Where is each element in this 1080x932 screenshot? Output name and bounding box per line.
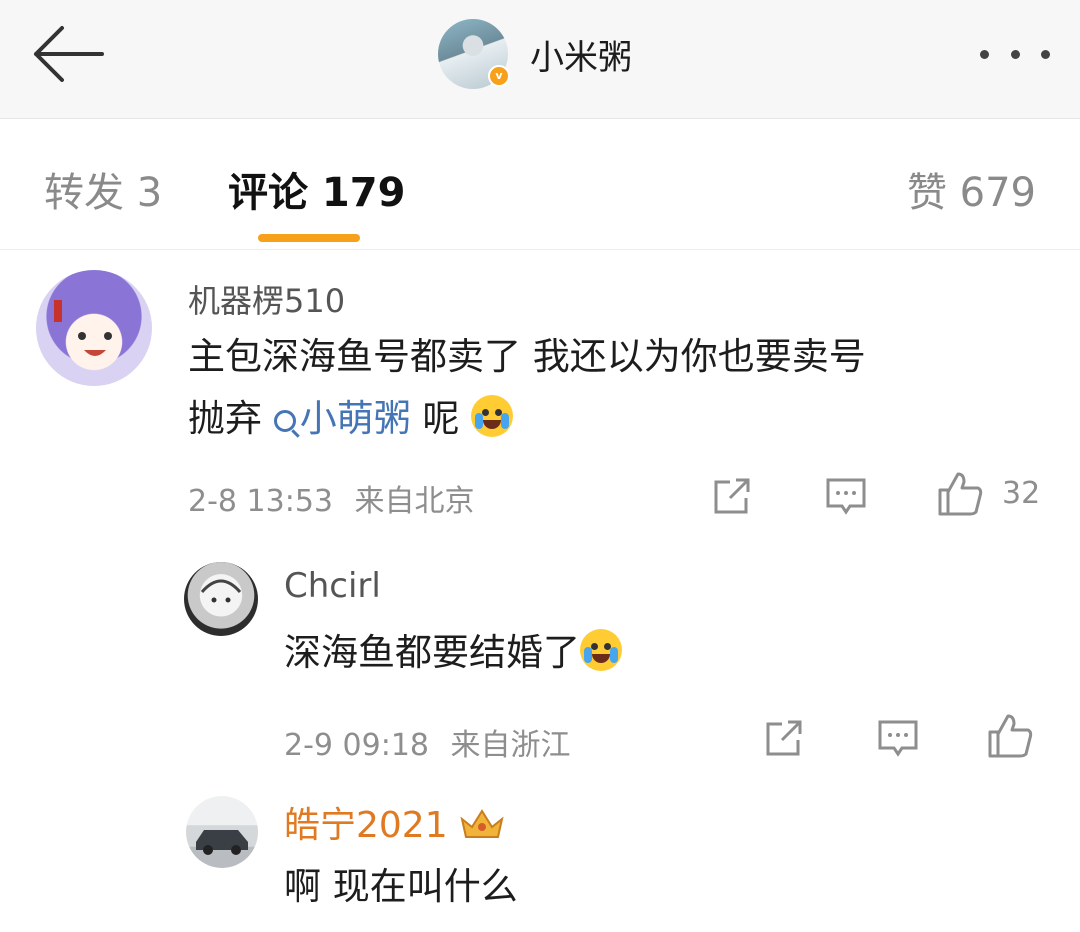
arrow-left-icon	[34, 26, 104, 82]
reply-button[interactable]	[824, 474, 868, 518]
tab-like[interactable]: 赞 679	[907, 160, 1036, 218]
header-user[interactable]: v 小米粥	[438, 18, 632, 90]
crying-face-icon	[471, 395, 514, 437]
like-button[interactable]	[986, 712, 1034, 760]
reply-time: 2-9 09:18	[284, 728, 429, 763]
avatar-art	[54, 300, 112, 356]
reply-username-text: 皓宁2021	[284, 805, 448, 846]
top-bar: v 小米粥	[0, 0, 1080, 119]
thumbs-up-icon	[988, 714, 1033, 758]
reply-item: 皓宁2021 啊 现在叫什么	[0, 790, 1080, 932]
comment-text: 主包深海鱼号都卖了 我还以为你也要卖号 抛弃 小萌粥 呢	[188, 326, 1048, 450]
reply-meta: 2-9 09:18 来自浙江	[284, 720, 571, 764]
comment-username[interactable]: 机器楞510	[188, 276, 345, 322]
share-button[interactable]	[710, 474, 754, 518]
tab-repost[interactable]: 转发 3	[44, 160, 162, 218]
avatar[interactable]	[186, 796, 258, 868]
avatar-art	[196, 830, 248, 855]
more-dot	[1010, 49, 1020, 59]
more-dot	[1041, 49, 1050, 59]
more-button[interactable]	[980, 44, 1050, 64]
more-dots-icon	[980, 49, 989, 59]
reply-username[interactable]: 皓宁2021	[284, 796, 506, 848]
like-count: 32	[1002, 476, 1041, 511]
laughing-tears-face-icon	[580, 629, 622, 671]
comment-text-tail: 呢	[410, 397, 460, 440]
reply-text: 深海鱼都要结婚了	[284, 622, 622, 684]
reply-text: 啊 现在叫什么	[284, 865, 518, 908]
share-icon	[766, 720, 802, 756]
avatar-art	[200, 579, 242, 603]
comment-item: 机器楞510 主包深海鱼号都卖了 我还以为你也要卖号 抛弃 小萌粥 呢 2-8 …	[0, 250, 1080, 550]
verified-badge: v	[488, 65, 510, 87]
mention-link[interactable]: 小萌粥	[273, 397, 411, 440]
thumbs-up-icon	[938, 472, 983, 516]
reply-button[interactable]	[876, 716, 920, 760]
comment-location: 来自北京	[354, 484, 475, 519]
reply-location: 来自浙江	[450, 728, 571, 763]
search-icon	[273, 410, 296, 432]
comment-meta: 2-8 13:53 来自北京	[188, 476, 475, 520]
comment-icon	[826, 478, 866, 515]
reply-item: Chcirl 深海鱼都要结婚了 2-9 09:18 来自浙江	[0, 550, 1080, 790]
share-icon	[714, 478, 750, 514]
crown-icon	[460, 809, 504, 838]
tab-comment[interactable]: 评论 179	[228, 160, 405, 218]
tab-bar: 转发 3 评论 179 赞 679	[0, 120, 1080, 250]
like-button[interactable]	[936, 470, 984, 518]
active-tab-indicator	[258, 234, 360, 242]
comment-text-line1: 主包深海鱼号都卖了 我还以为你也要卖号	[188, 335, 866, 378]
reply-username[interactable]: Chcirl	[284, 566, 381, 606]
comment-time: 2-8 13:53	[188, 484, 333, 519]
header-avatar[interactable]: v	[438, 19, 510, 89]
avatar[interactable]	[184, 562, 258, 636]
avatar[interactable]	[36, 270, 152, 386]
back-button[interactable]	[28, 22, 108, 86]
mention-text: 小萌粥	[299, 397, 411, 440]
share-button[interactable]	[762, 716, 806, 760]
comment-icon	[878, 720, 918, 757]
comment-text-lead: 抛弃	[188, 397, 262, 440]
reply-text-content: 深海鱼都要结婚了	[284, 631, 580, 674]
header-title[interactable]: 小米粥	[530, 30, 632, 79]
